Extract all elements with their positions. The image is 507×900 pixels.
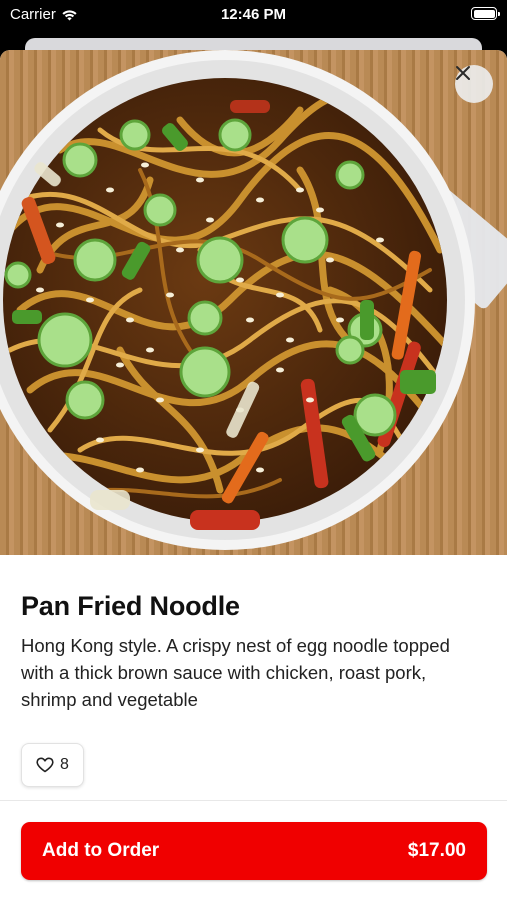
like-count: 8 [60, 756, 69, 773]
like-button[interactable]: 8 [21, 743, 84, 787]
close-icon [456, 66, 470, 80]
item-title: Pan Fried Noodle [21, 591, 240, 621]
add-to-order-label: Add to Order [42, 840, 160, 861]
battery-icon [471, 7, 500, 20]
item-description: Hong Kong style. A crispy nest of egg no… [21, 635, 450, 710]
heart-icon [36, 757, 54, 773]
item-info: Pan Fried Noodle Hong Kong style. A cris… [0, 591, 507, 787]
add-to-order-button[interactable]: Add to Order $17.00 [21, 822, 487, 880]
close-button[interactable] [455, 65, 493, 103]
item-detail-sheet: Pan Fried Noodle Hong Kong style. A cris… [0, 50, 507, 900]
divider [0, 800, 507, 801]
item-photo [0, 50, 507, 555]
status-bar: Carrier 12:46 PM [0, 0, 507, 30]
noodle-bowl-illustration [0, 50, 507, 550]
item-price: $17.00 [407, 840, 466, 861]
status-time: 12:46 PM [220, 6, 287, 23]
